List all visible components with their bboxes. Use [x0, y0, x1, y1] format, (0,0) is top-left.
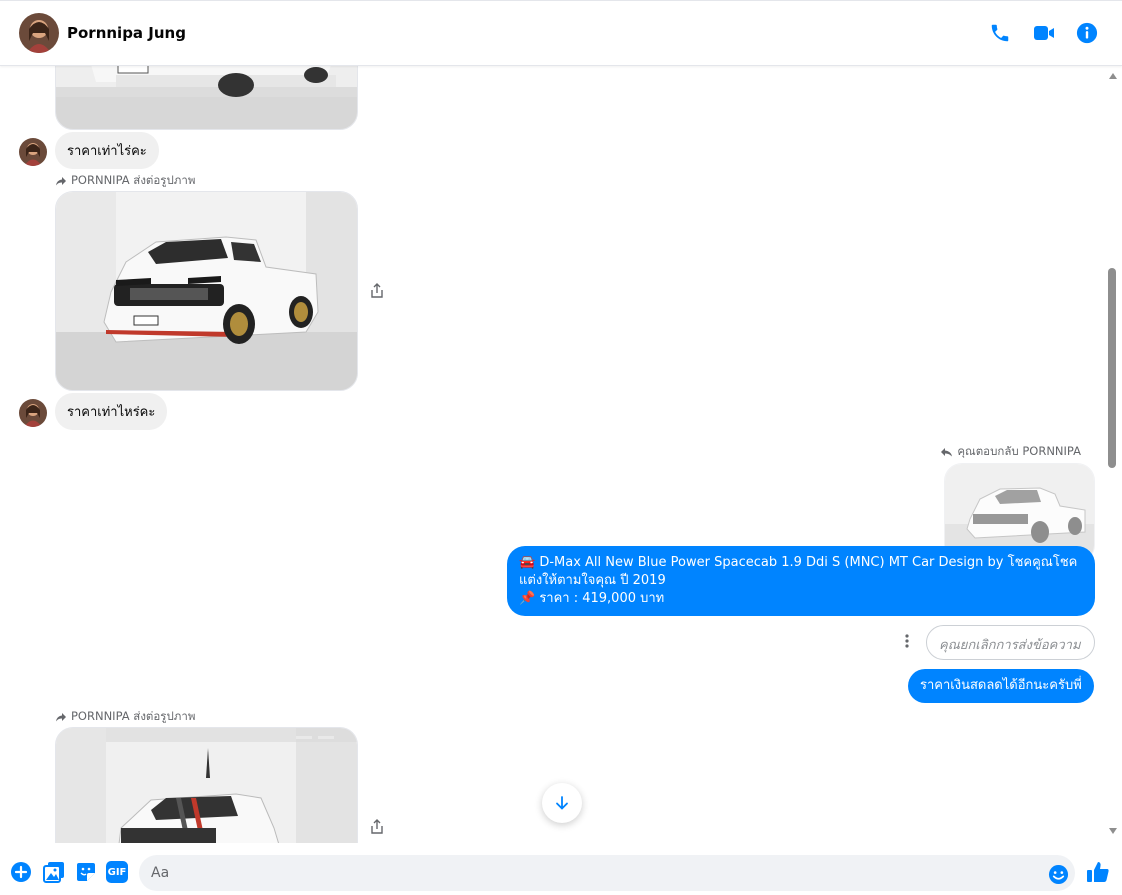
- reply-icon: [941, 448, 953, 457]
- sticker-icon[interactable]: [75, 861, 97, 883]
- chat-header: Pornnipa Jung: [0, 0, 1122, 66]
- contact-avatar-small[interactable]: [19, 399, 47, 427]
- forward-label-text: PORNNIPA ส่งต่อรูปภาพ: [71, 173, 196, 187]
- scroll-up-arrow-icon[interactable]: [1108, 72, 1118, 80]
- car-photo[interactable]: [55, 727, 358, 843]
- car-photo-top[interactable]: [55, 66, 358, 130]
- scroll-to-bottom-button[interactable]: [542, 783, 582, 823]
- contact-avatar[interactable]: [19, 13, 59, 53]
- forward-label: PORNNIPA ส่งต่อรูปภาพ: [55, 172, 195, 190]
- share-icon[interactable]: [368, 818, 386, 836]
- forward-icon: [56, 713, 66, 722]
- message-input[interactable]: [139, 855, 1075, 891]
- gif-icon[interactable]: GIF: [106, 861, 128, 883]
- emoji-icon[interactable]: [1047, 863, 1069, 885]
- gallery-icon[interactable]: [43, 861, 65, 883]
- gif-icon-label: GIF: [107, 866, 127, 878]
- outgoing-message-line: 🚘 D-Max All New Blue Power Spacecab 1.9 …: [519, 555, 1078, 588]
- reply-label-text: คุณตอบกลับ PORNNIPA: [957, 444, 1081, 458]
- scrollbar-thumb[interactable]: [1108, 268, 1116, 468]
- reply-label: คุณตอบกลับ PORNNIPA: [940, 443, 1081, 461]
- info-icon[interactable]: [1074, 20, 1100, 46]
- unsent-message-notice: คุณยกเลิกการส่งข้อความ: [926, 625, 1095, 660]
- arrow-down-icon: [556, 796, 568, 810]
- more-options-icon[interactable]: [900, 632, 914, 650]
- forward-label: PORNNIPA ส่งต่อรูปภาพ: [55, 708, 195, 726]
- incoming-message[interactable]: ราคาเท่าไหร่คะ: [55, 393, 168, 430]
- contact-avatar-small[interactable]: [19, 138, 47, 166]
- forward-icon: [56, 177, 66, 186]
- scroll-down-arrow-icon[interactable]: [1108, 827, 1118, 835]
- share-icon[interactable]: [368, 282, 386, 300]
- message-composer: GIF: [0, 843, 1122, 895]
- outgoing-message[interactable]: 🚘 D-Max All New Blue Power Spacecab 1.9 …: [507, 546, 1095, 616]
- like-icon[interactable]: [1086, 860, 1110, 884]
- contact-name[interactable]: Pornnipa Jung: [67, 24, 186, 42]
- incoming-message[interactable]: ราคาเท่าไร่คะ: [55, 132, 159, 169]
- car-photo[interactable]: [55, 191, 358, 391]
- message-list[interactable]: ราคาเท่าไร่คะ PORNNIPA ส่งต่อรูปภาพ ราคา…: [0, 66, 1104, 843]
- plus-icon[interactable]: [10, 861, 32, 883]
- phone-icon[interactable]: [987, 20, 1013, 46]
- video-icon[interactable]: [1031, 20, 1057, 46]
- outgoing-message[interactable]: ราคาเงินสดลดได้อีกนะครับพี่: [908, 669, 1094, 703]
- forward-label-text: PORNNIPA ส่งต่อรูปภาพ: [71, 709, 196, 723]
- scrollbar[interactable]: [1104, 66, 1122, 843]
- outgoing-message-line: 📌 ราคา : 419,000 บาท: [519, 591, 665, 606]
